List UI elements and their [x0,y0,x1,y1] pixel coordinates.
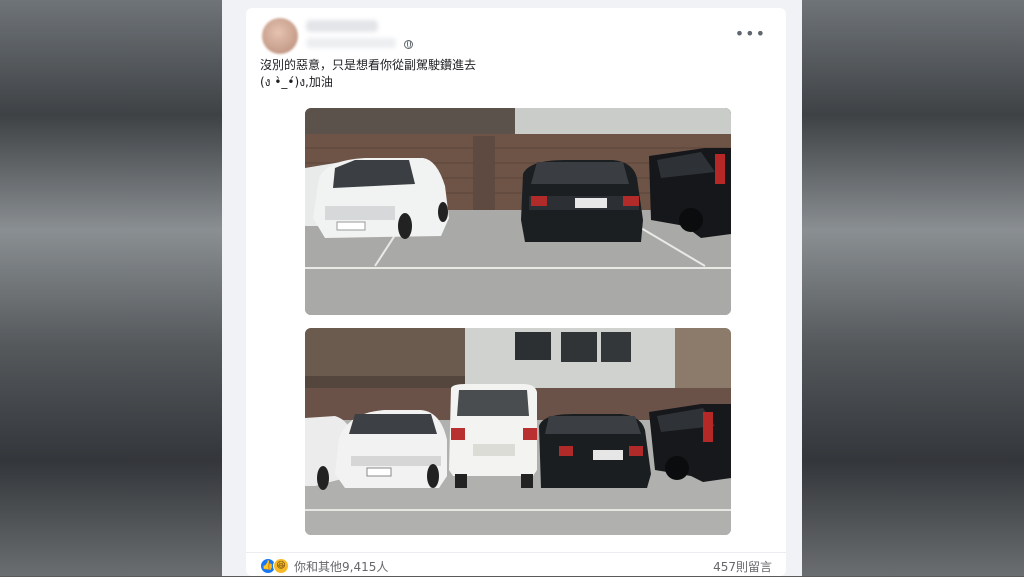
blurred-background-right [802,0,1024,576]
haha-reaction-icon[interactable]: 😆 [273,558,289,574]
post-card: ••• 沒別的惡意，只是想看你從副駕駛鑽進去 (ง •̀_•́)ง,加油 👍 😆… [246,8,786,576]
post-footer: 👍 😆 你和其他9,415人 457則留言 [246,552,786,577]
post-text: 沒別的惡意，只是想看你從副駕駛鑽進去 (ง •̀_•́)ง,加油 [260,57,476,91]
photo-panel [246,100,786,552]
facebook-post-screenshot: ••• 沒別的惡意，只是想看你從副駕駛鑽進去 (ง •̀_•́)ง,加油 👍 😆… [222,0,802,576]
author-avatar[interactable] [262,18,298,54]
more-options-icon[interactable]: ••• [735,26,766,42]
parking-photo-1[interactable] [305,108,731,315]
comment-count[interactable]: 457則留言 [713,558,772,575]
blurred-background-left [0,0,222,576]
reaction-count[interactable]: 你和其他9,415人 [294,558,388,575]
post-time-blurred[interactable] [306,38,396,48]
post-text-line-2: (ง •̀_•́)ง,加油 [260,75,333,89]
globe-icon [404,40,413,49]
author-name-blurred[interactable] [306,20,378,32]
post-text-line-1: 沒別的惡意，只是想看你從副駕駛鑽進去 [260,58,477,72]
parking-photo-2[interactable] [305,328,731,535]
